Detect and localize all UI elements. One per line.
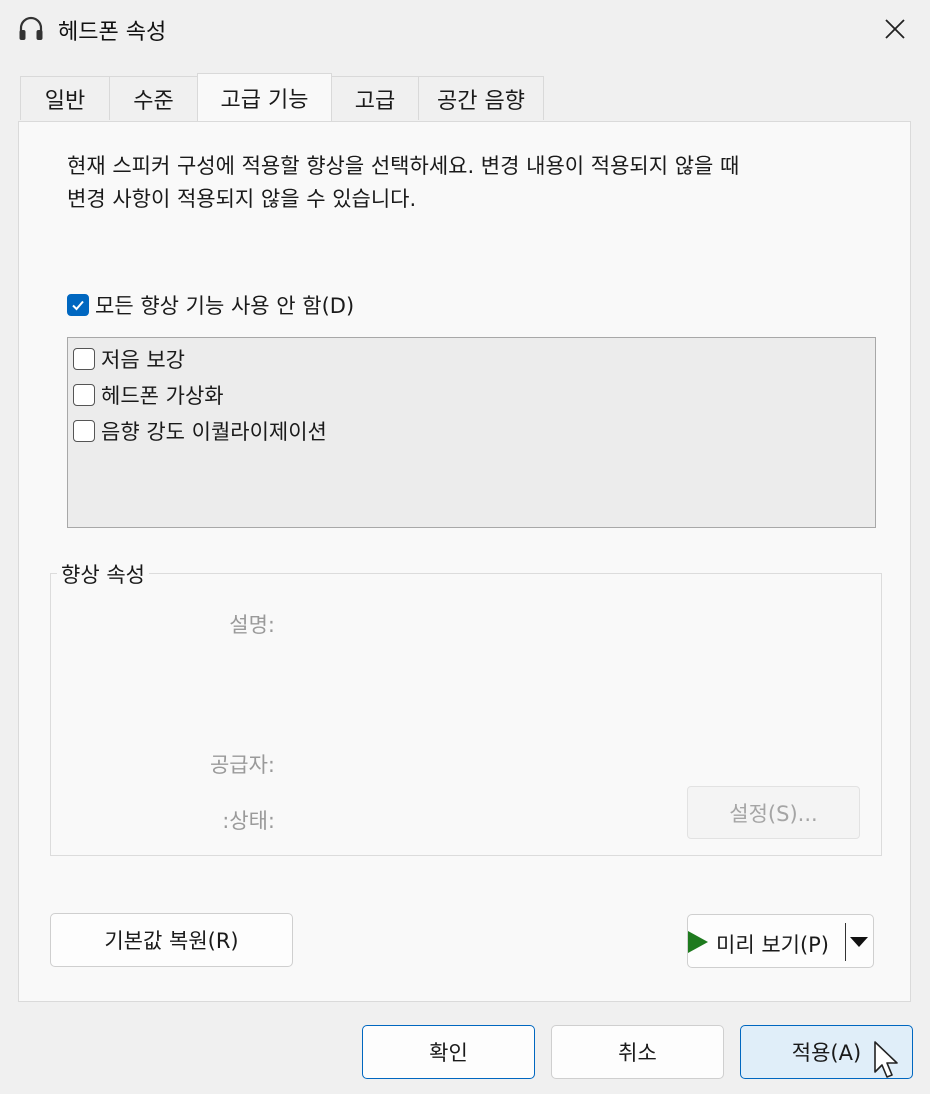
tab-enhancements[interactable]: 고급 기능 [197,73,332,121]
window-title: 헤드폰 속성 [58,20,167,45]
preview-split-button[interactable]: 미리 보기(P) [687,914,874,968]
title-bar: 헤드폰 속성 [0,0,930,58]
checkbox[interactable] [73,420,95,442]
ok-button[interactable]: 확인 [362,1025,535,1079]
status-label: :상태: [222,809,275,833]
split-divider [845,923,846,961]
group-label: 향상 속성 [57,559,149,589]
provider-label: 공급자: [209,753,275,777]
preview-label: 미리 보기(P) [716,933,830,957]
chevron-down-icon[interactable] [849,935,869,949]
close-icon [885,19,905,39]
restore-defaults-button[interactable]: 기본값 복원(R) [50,913,293,967]
disable-all-checkbox[interactable]: 모든 향상 기능 사용 안 함(D) [67,290,354,320]
headphones-icon [19,16,43,40]
checkbox[interactable] [73,348,95,370]
checkbox[interactable] [73,384,95,406]
tab-levels[interactable]: 수준 [109,76,198,120]
close-button[interactable] [860,0,930,58]
cancel-button[interactable]: 취소 [551,1025,724,1079]
tab-spatial-sound[interactable]: 공간 음향 [418,76,544,120]
list-item-headphone-virtualization[interactable]: 헤드폰 가상화 [73,380,224,410]
checkbox-checked[interactable] [67,294,89,316]
disable-all-label: 모든 향상 기능 사용 안 함(D) [95,294,355,318]
play-icon [688,931,708,953]
description-text: 현재 스피커 구성에 적용할 향상을 선택하세요. 변경 내용이 적용되지 않을… [67,154,740,211]
enhancements-panel: 현재 스피커 구성에 적용할 향상을 선택하세요. 변경 내용이 적용되지 않을… [18,121,911,1002]
mouse-cursor-icon [874,1041,898,1078]
tab-general[interactable]: 일반 [20,76,110,120]
tab-advanced[interactable]: 고급 [331,76,419,120]
list-item-loudness-equalization[interactable]: 음향 강도 이퀄라이제이션 [73,416,327,446]
settings-button[interactable]: 설정(S)... [687,786,860,839]
list-item-bass-boost[interactable]: 저음 보강 [73,344,185,374]
check-icon [72,300,84,311]
enhancement-list: 저음 보강 헤드폰 가상화 음향 강도 이퀄라이제이션 [67,337,876,528]
description-label: 설명: [229,613,275,637]
